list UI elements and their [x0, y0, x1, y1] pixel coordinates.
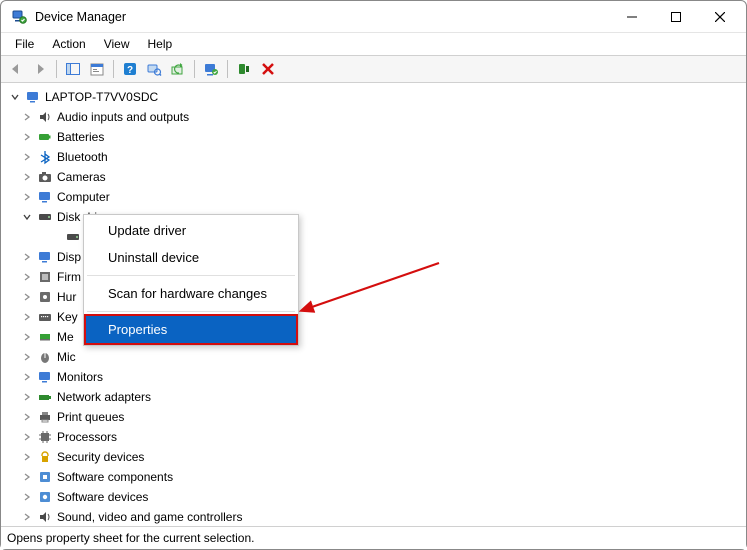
software-component-icon: [37, 469, 53, 485]
toolbar-sep: [56, 60, 57, 78]
tree-category[interactable]: Cameras: [21, 167, 746, 187]
properties-toolbar-icon[interactable]: [86, 58, 108, 80]
memory-icon: [37, 329, 53, 345]
ctx-uninstall-device[interactable]: Uninstall device: [86, 244, 296, 271]
chevron-right-icon[interactable]: [21, 451, 33, 463]
menu-view[interactable]: View: [96, 35, 138, 53]
menubar: File Action View Help: [1, 33, 746, 55]
statusbar: Opens property sheet for the current sel…: [1, 527, 746, 549]
chevron-right-icon[interactable]: [21, 191, 33, 203]
software-device-icon: [37, 489, 53, 505]
chevron-right-icon[interactable]: [21, 311, 33, 323]
context-menu-separator: [87, 311, 295, 312]
monitor-icon: [37, 369, 53, 385]
hid-icon: [37, 289, 53, 305]
keyboard-icon: [37, 309, 53, 325]
chevron-right-icon[interactable]: [21, 511, 33, 523]
forward-button[interactable]: [29, 58, 51, 80]
computer-icon: [25, 89, 41, 105]
tree-category[interactable]: Audio inputs and outputs: [21, 107, 746, 127]
audio-icon: [37, 109, 53, 125]
tree-category[interactable]: Security devices: [21, 447, 746, 467]
chevron-right-icon[interactable]: [21, 251, 33, 263]
bluetooth-icon: [37, 149, 53, 165]
chevron-right-icon[interactable]: [21, 271, 33, 283]
show-hide-console-tree-icon[interactable]: [62, 58, 84, 80]
chevron-right-icon[interactable]: [21, 391, 33, 403]
ctx-properties[interactable]: Properties: [86, 316, 296, 343]
chevron-right-icon[interactable]: [21, 171, 33, 183]
battery-icon: [37, 129, 53, 145]
toolbar-sep: [227, 60, 228, 78]
printer-icon: [37, 409, 53, 425]
menu-help[interactable]: Help: [140, 35, 181, 53]
ctx-update-driver[interactable]: Update driver: [86, 217, 296, 244]
enable-device-toolbar-icon[interactable]: [200, 58, 222, 80]
help-toolbar-icon[interactable]: ?: [119, 58, 141, 80]
svg-text:?: ?: [127, 65, 133, 76]
tree-category[interactable]: Mic: [21, 347, 746, 367]
chevron-right-icon[interactable]: [21, 111, 33, 123]
chevron-right-icon[interactable]: [21, 371, 33, 383]
update-driver-toolbar-icon[interactable]: [167, 58, 189, 80]
uninstall-toolbar-icon[interactable]: [257, 58, 279, 80]
firmware-icon: [37, 269, 53, 285]
tree-category[interactable]: Processors: [21, 427, 746, 447]
back-button[interactable]: [5, 58, 27, 80]
camera-icon: [37, 169, 53, 185]
content: LAPTOP-T7VV0SDC Audio inputs and outputs…: [1, 83, 746, 527]
toolbar-sep: [113, 60, 114, 78]
chevron-right-icon[interactable]: [21, 471, 33, 483]
tree-category[interactable]: Software devices: [21, 487, 746, 507]
ctx-scan-hardware[interactable]: Scan for hardware changes: [86, 280, 296, 307]
disk-drive-icon: [65, 229, 81, 245]
computer-icon: [37, 189, 53, 205]
display-adapter-icon: [37, 249, 53, 265]
context-menu-separator: [87, 275, 295, 276]
titlebar: Device Manager: [1, 1, 746, 33]
network-adapter-icon: [37, 389, 53, 405]
security-icon: [37, 449, 53, 465]
processor-icon: [37, 429, 53, 445]
device-tree[interactable]: LAPTOP-T7VV0SDC Audio inputs and outputs…: [1, 83, 746, 526]
disk-drive-icon: [37, 209, 53, 225]
mouse-icon: [37, 349, 53, 365]
tree-category[interactable]: Monitors: [21, 367, 746, 387]
chevron-right-icon[interactable]: [21, 131, 33, 143]
tree-root[interactable]: LAPTOP-T7VV0SDC: [9, 87, 746, 107]
menu-file[interactable]: File: [7, 35, 42, 53]
minimize-button[interactable]: [610, 2, 654, 32]
chevron-right-icon[interactable]: [21, 431, 33, 443]
tree-root-label: LAPTOP-T7VV0SDC: [45, 90, 158, 104]
tree-category[interactable]: Computer: [21, 187, 746, 207]
chevron-right-icon[interactable]: [21, 151, 33, 163]
chevron-right-icon[interactable]: [21, 351, 33, 363]
chevron-down-icon[interactable]: [21, 211, 33, 223]
toolbar: ?: [1, 55, 746, 83]
chevron-down-icon[interactable]: [9, 91, 21, 103]
scan-hardware-toolbar-icon[interactable]: [143, 58, 165, 80]
menu-action[interactable]: Action: [44, 35, 93, 53]
sound-controller-icon: [37, 509, 53, 525]
maximize-button[interactable]: [654, 2, 698, 32]
chevron-right-icon[interactable]: [21, 411, 33, 423]
device-toolbar-icon[interactable]: [233, 58, 255, 80]
device-manager-icon: [11, 9, 27, 25]
tree-category[interactable]: Network adapters: [21, 387, 746, 407]
statusbar-text: Opens property sheet for the current sel…: [7, 531, 254, 545]
tree-category[interactable]: Sound, video and game controllers: [21, 507, 746, 526]
window-title: Device Manager: [35, 10, 126, 24]
chevron-right-icon[interactable]: [21, 491, 33, 503]
chevron-right-icon[interactable]: [21, 291, 33, 303]
close-button[interactable]: [698, 2, 742, 32]
context-menu: Update driver Uninstall device Scan for …: [83, 214, 299, 346]
chevron-right-icon[interactable]: [21, 331, 33, 343]
tree-category[interactable]: Software components: [21, 467, 746, 487]
tree-category[interactable]: Batteries: [21, 127, 746, 147]
tree-category[interactable]: Print queues: [21, 407, 746, 427]
toolbar-sep: [194, 60, 195, 78]
tree-category[interactable]: Bluetooth: [21, 147, 746, 167]
